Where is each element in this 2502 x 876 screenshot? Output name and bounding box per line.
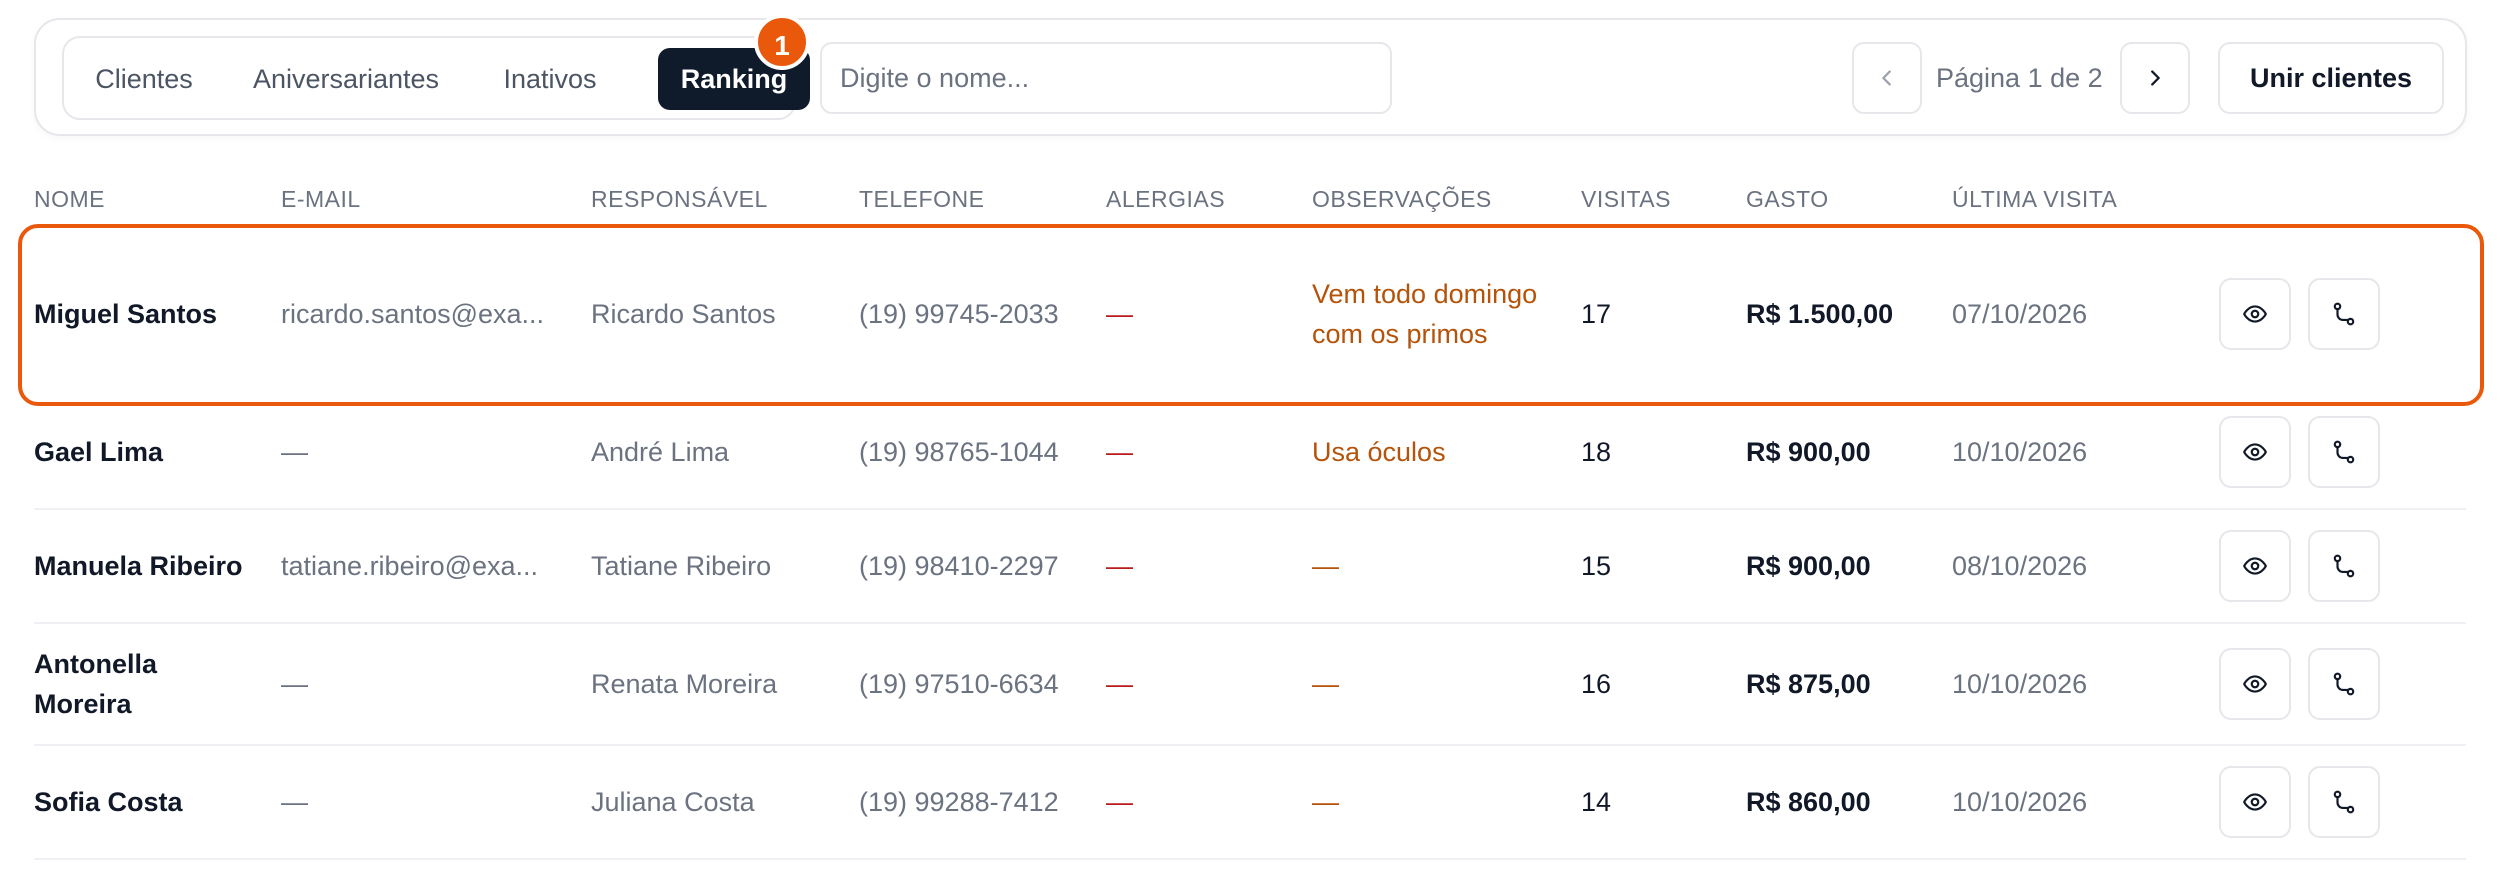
view-client-button[interactable] bbox=[2219, 530, 2291, 602]
client-email: tatiane.ribeiro@exa... bbox=[281, 551, 539, 581]
chevron-left-icon bbox=[1882, 70, 1891, 86]
eye-icon bbox=[2243, 793, 2267, 811]
client-name[interactable]: Manuela Ribeiro bbox=[34, 546, 284, 586]
client-observacoes: Usa óculos bbox=[1312, 437, 1446, 467]
client-telefone: (19) 98765-1044 bbox=[859, 437, 1059, 467]
client-ultima-visita: 10/10/2026 bbox=[1952, 787, 2088, 817]
chevron-right-icon bbox=[2151, 70, 2160, 86]
client-observacoes: Vem todo domingo com os primos bbox=[1312, 279, 1538, 349]
client-ultima-visita: 10/10/2026 bbox=[1952, 437, 2088, 467]
client-observacoes: — bbox=[1312, 669, 1339, 699]
client-name[interactable]: Antonella Moreira bbox=[34, 644, 234, 724]
view-client-button[interactable] bbox=[2219, 278, 2291, 350]
client-email: — bbox=[281, 787, 308, 817]
view-client-button[interactable] bbox=[2219, 648, 2291, 720]
column-header-observacoes: OBSERVAÇÕES bbox=[1312, 186, 1492, 212]
tab-aniversariantes[interactable]: Aniversariantes bbox=[218, 48, 474, 110]
view-client-button[interactable] bbox=[2219, 766, 2291, 838]
client-name[interactable]: Gael Lima bbox=[34, 432, 264, 472]
client-visitas: 16 bbox=[1581, 669, 1612, 699]
pagination-info: Página 1 de 2 bbox=[1936, 63, 2103, 93]
eye-icon bbox=[2243, 305, 2267, 323]
client-telefone: (19) 97510-6634 bbox=[859, 669, 1059, 699]
client-email: — bbox=[281, 669, 308, 699]
client-ultima-visita: 07/10/2026 bbox=[1952, 299, 2088, 329]
view-client-button[interactable] bbox=[2219, 416, 2291, 488]
client-email: ricardo.santos@exa... bbox=[281, 299, 545, 329]
client-telefone: (19) 99745-2033 bbox=[859, 299, 1059, 329]
column-header-ultima-visita: ÚLTIMA VISITA bbox=[1952, 186, 2118, 212]
merge-clients-button[interactable]: Unir clientes bbox=[2218, 42, 2444, 114]
client-alergias: — bbox=[1106, 551, 1133, 581]
eye-icon bbox=[2243, 557, 2267, 575]
client-responsavel: Ricardo Santos bbox=[591, 299, 776, 329]
column-header-email: E-MAIL bbox=[281, 186, 361, 212]
tab-clientes[interactable]: Clientes bbox=[78, 48, 210, 110]
column-header-gasto: GASTO bbox=[1746, 186, 1829, 212]
client-visitas: 15 bbox=[1581, 551, 1612, 581]
merge-client-button[interactable] bbox=[2308, 416, 2380, 488]
tab-inativos[interactable]: Inativos bbox=[482, 48, 618, 110]
client-visitas: 18 bbox=[1581, 437, 1612, 467]
route-icon bbox=[2333, 672, 2355, 696]
merge-client-button[interactable] bbox=[2308, 766, 2380, 838]
toolbar: Clientes Aniversariantes Inativos Rankin… bbox=[34, 14, 2467, 136]
client-observacoes: — bbox=[1312, 787, 1339, 817]
route-icon bbox=[2333, 554, 2355, 578]
column-header-telefone: TELEFONE bbox=[859, 186, 985, 212]
client-ultima-visita: 10/10/2026 bbox=[1952, 669, 2088, 699]
route-icon bbox=[2333, 302, 2355, 326]
client-alergias: — bbox=[1106, 787, 1133, 817]
client-alergias: — bbox=[1106, 669, 1133, 699]
column-header-nome: NOME bbox=[34, 186, 105, 212]
search-input[interactable] bbox=[820, 42, 1392, 114]
notification-badge: 1 bbox=[754, 14, 810, 70]
column-header-alergias: ALERGIAS bbox=[1106, 186, 1226, 212]
route-icon bbox=[2333, 790, 2355, 814]
column-header-visitas: VISITAS bbox=[1581, 186, 1671, 212]
client-visitas: 14 bbox=[1581, 787, 1612, 817]
client-gasto: R$ 875,00 bbox=[1746, 669, 1871, 699]
next-page-button[interactable] bbox=[2120, 42, 2190, 114]
client-gasto: R$ 860,00 bbox=[1746, 787, 1871, 817]
client-responsavel: Juliana Costa bbox=[591, 787, 755, 817]
column-header-responsavel: RESPONSÁVEL bbox=[591, 186, 768, 212]
eye-icon bbox=[2243, 675, 2267, 693]
merge-client-button[interactable] bbox=[2308, 648, 2380, 720]
prev-page-button[interactable] bbox=[1852, 42, 1922, 114]
merge-client-button[interactable] bbox=[2308, 530, 2380, 602]
client-telefone: (19) 99288-7412 bbox=[859, 787, 1059, 817]
merge-client-button[interactable] bbox=[2308, 278, 2380, 350]
client-ultima-visita: 08/10/2026 bbox=[1952, 551, 2088, 581]
client-telefone: (19) 98410-2297 bbox=[859, 551, 1059, 581]
client-gasto: R$ 900,00 bbox=[1746, 551, 1871, 581]
client-responsavel: Renata Moreira bbox=[591, 669, 778, 699]
client-visitas: 17 bbox=[1581, 299, 1612, 329]
client-responsavel: André Lima bbox=[591, 437, 730, 467]
client-email: — bbox=[281, 437, 308, 467]
client-responsavel: Tatiane Ribeiro bbox=[591, 551, 772, 581]
client-alergias: — bbox=[1106, 437, 1133, 467]
tab-group: Clientes Aniversariantes Inativos Rankin… bbox=[62, 36, 810, 120]
client-gasto: R$ 900,00 bbox=[1746, 437, 1871, 467]
client-name[interactable]: Sofia Costa bbox=[34, 782, 264, 822]
client-observacoes: — bbox=[1312, 551, 1339, 581]
client-name[interactable]: Miguel Santos bbox=[34, 294, 264, 334]
client-gasto: R$ 1.500,00 bbox=[1746, 299, 1894, 329]
eye-icon bbox=[2243, 443, 2267, 461]
client-alergias: — bbox=[1106, 299, 1133, 329]
route-icon bbox=[2333, 440, 2355, 464]
